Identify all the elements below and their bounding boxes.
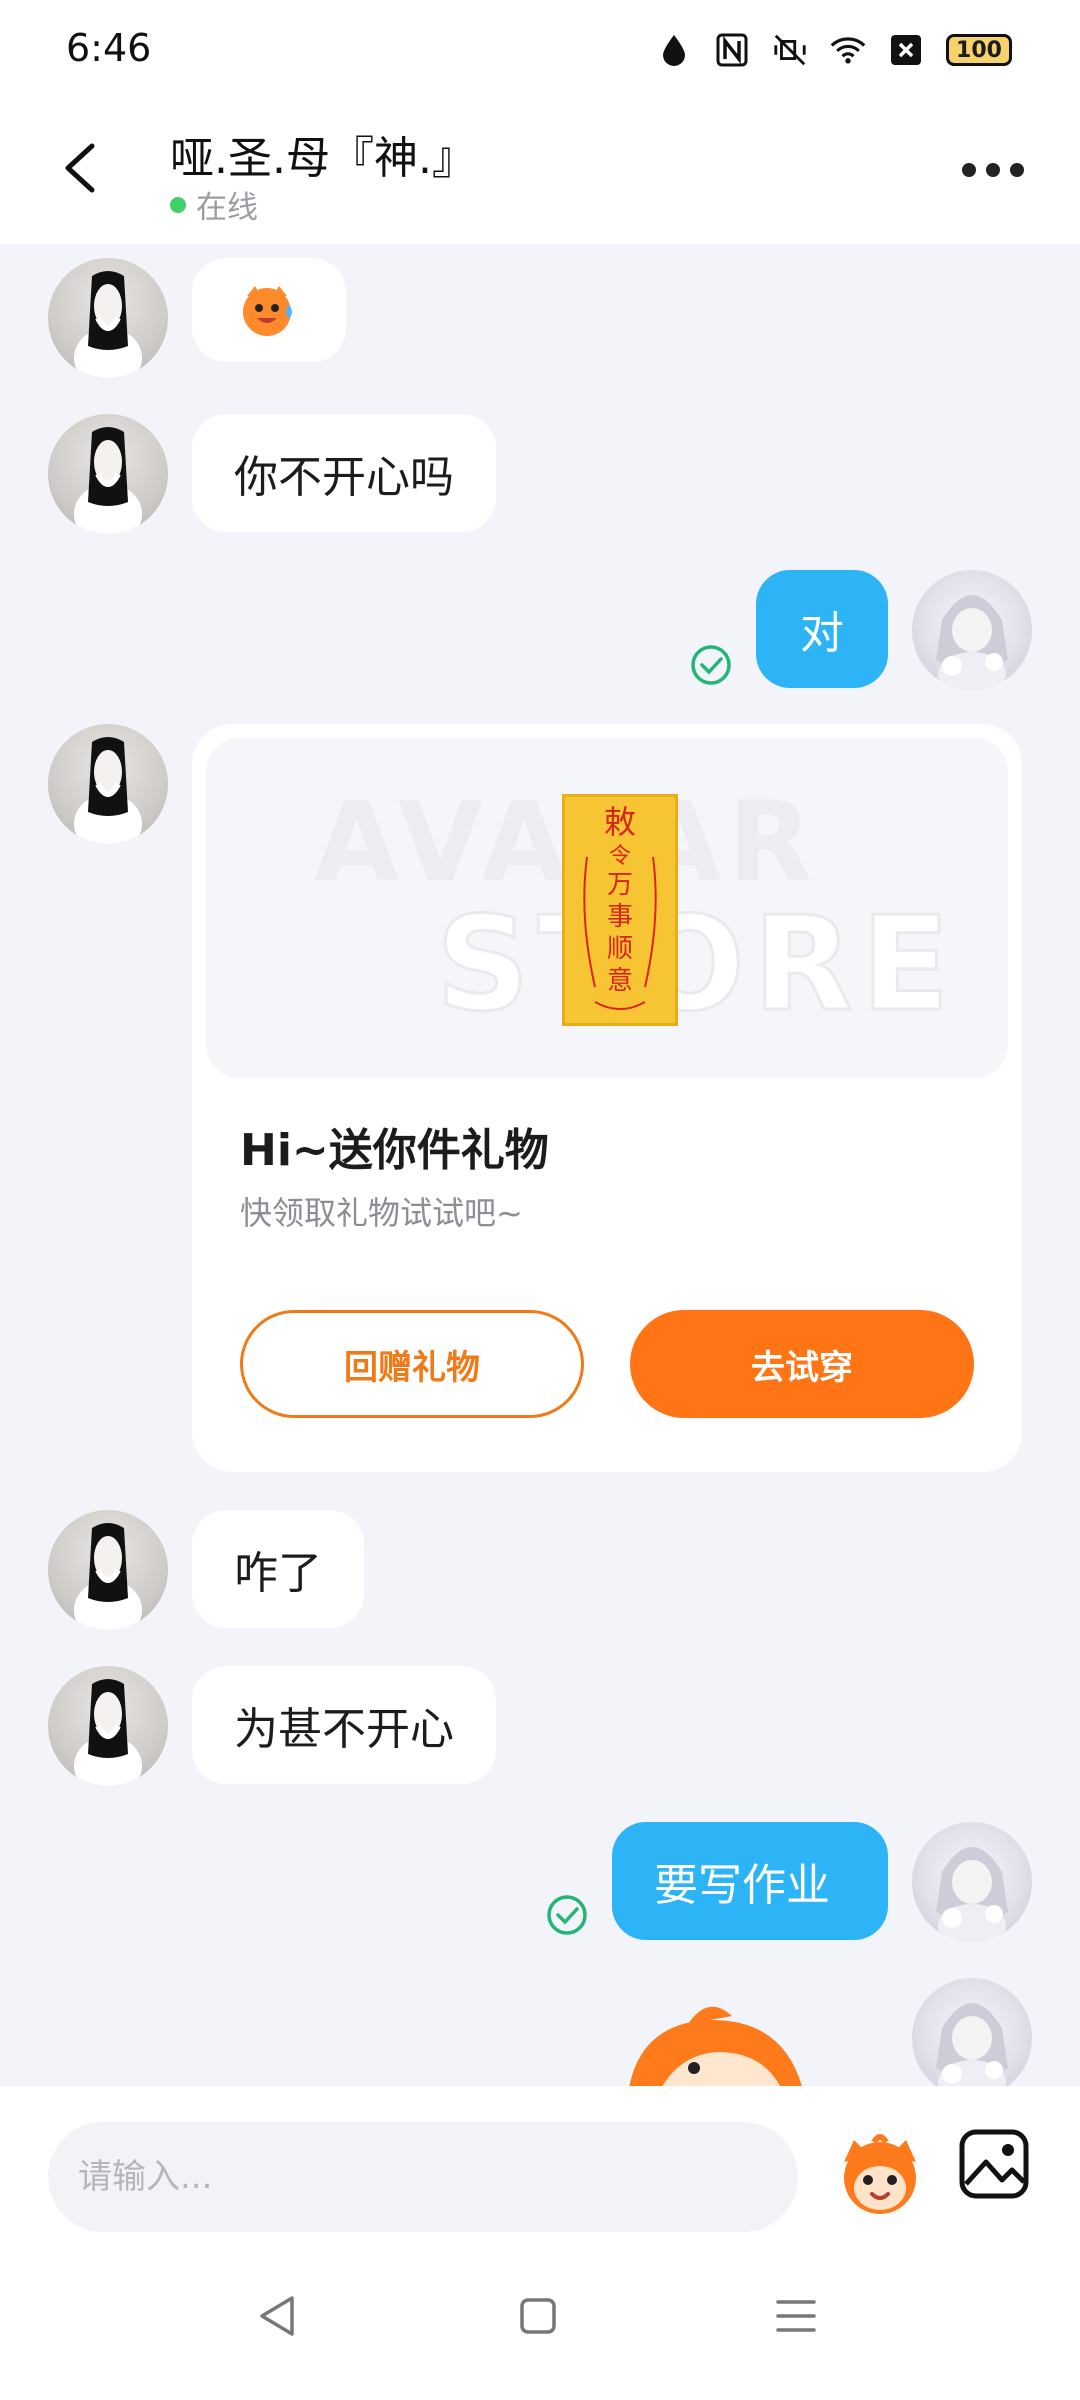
- sim-off-icon: [888, 32, 924, 68]
- watermark-store: STORE: [435, 887, 958, 1042]
- peer-avatar[interactable]: [48, 1510, 168, 1630]
- my-avatar-image: [936, 1847, 1008, 1942]
- nav-recents-button[interactable]: [766, 2286, 826, 2346]
- message-list[interactable]: 你不开心吗 对 AVATAR STORE 敕 令 万 事 顺 意: [0, 244, 1080, 2086]
- crying-laughing-mascot-sticker: [243, 286, 292, 336]
- mute-vibrate-icon: [772, 32, 808, 68]
- more-dot-icon: [962, 163, 976, 177]
- sticker-button[interactable]: [830, 2122, 930, 2222]
- nav-home-button[interactable]: [508, 2286, 568, 2346]
- chat-header: 哑.圣.母『神.』 在线: [0, 96, 1080, 244]
- read-check-icon: [691, 645, 731, 685]
- image-icon: [959, 2129, 1029, 2199]
- message-bubble-incoming[interactable]: 为甚不开心: [192, 1666, 496, 1784]
- talisman-char: 意: [607, 966, 633, 996]
- more-options-button[interactable]: [962, 158, 1026, 182]
- drop-icon: [656, 32, 692, 68]
- orange-mascot-sticker[interactable]: [618, 1998, 818, 2086]
- status-bar: 6:46 100: [0, 0, 1080, 96]
- online-dot-icon: [170, 196, 186, 213]
- peer-avatar[interactable]: [48, 414, 168, 534]
- talisman-char: 敕: [604, 803, 636, 841]
- nav-back-button[interactable]: [248, 2286, 308, 2346]
- talisman-char: 令: [609, 844, 631, 869]
- online-status-label: 在线: [196, 190, 258, 226]
- gift-card-title: Hi~送你件礼物: [240, 1125, 549, 1176]
- triangle-back-icon: [260, 2296, 294, 2336]
- system-nav-bar: [0, 2246, 1080, 2400]
- my-avatar-image: [936, 595, 1008, 690]
- message-input[interactable]: [48, 2122, 798, 2232]
- gift-card-subtitle: 快领取礼物试试吧~: [240, 1194, 523, 1232]
- nfc-icon: [714, 32, 750, 68]
- send-image-button[interactable]: [956, 2126, 1032, 2202]
- my-avatar-image: [936, 2003, 1008, 2086]
- peer-avatar-image: [74, 271, 142, 378]
- message-bubble-outgoing[interactable]: 对: [756, 570, 888, 688]
- message-bubble-incoming[interactable]: 咋了: [192, 1510, 364, 1628]
- message-bubble-outgoing[interactable]: 要写作业: [612, 1822, 888, 1940]
- more-dot-icon: [1010, 163, 1024, 177]
- message-bubble-incoming[interactable]: 你不开心吗: [192, 414, 496, 532]
- talisman-charm-icon: 敕 令 万 事 顺 意: [583, 803, 657, 1010]
- peer-avatar-image: [74, 1523, 142, 1630]
- gift-card[interactable]: AVATAR STORE 敕 令 万 事 顺 意 Hi~送你件礼物 快领取礼物试…: [192, 724, 1022, 1472]
- try-on-button[interactable]: 去试穿: [630, 1310, 974, 1418]
- peer-avatar-image: [74, 1679, 142, 1786]
- my-avatar[interactable]: [912, 1978, 1032, 2086]
- contact-name[interactable]: 哑.圣.母『神.』: [170, 122, 476, 186]
- wifi-icon: [830, 32, 866, 68]
- message-composer: [0, 2086, 1080, 2246]
- peer-avatar[interactable]: [48, 724, 168, 844]
- read-check-icon: [547, 1895, 587, 1935]
- mascot-sticker-icon: [844, 2134, 916, 2214]
- peer-avatar[interactable]: [48, 1666, 168, 1786]
- my-avatar[interactable]: [912, 570, 1032, 690]
- talisman-char: 顺: [607, 934, 633, 964]
- square-home-icon: [520, 2298, 556, 2334]
- peer-avatar[interactable]: [48, 258, 168, 378]
- back-button[interactable]: [58, 140, 106, 196]
- online-status: 在线: [170, 182, 258, 227]
- peer-avatar-image: [74, 427, 142, 534]
- battery-icon: 100: [946, 34, 1012, 66]
- return-gift-button[interactable]: 回赠礼物: [240, 1310, 584, 1418]
- chevron-left-icon: [65, 143, 95, 193]
- more-dot-icon: [986, 163, 1000, 177]
- peer-avatar-image: [74, 737, 142, 844]
- message-bubble-sticker[interactable]: [192, 258, 346, 362]
- talisman-item-image: 敕 令 万 事 顺 意: [562, 794, 678, 1026]
- my-avatar[interactable]: [912, 1822, 1032, 1942]
- gift-preview[interactable]: AVATAR STORE 敕 令 万 事 顺 意: [206, 738, 1008, 1078]
- talisman-char: 万: [607, 870, 633, 900]
- talisman-char: 事: [607, 902, 633, 932]
- status-icons: 100: [656, 28, 1012, 72]
- status-time: 6:46: [66, 26, 152, 70]
- menu-recents-icon: [776, 2300, 816, 2332]
